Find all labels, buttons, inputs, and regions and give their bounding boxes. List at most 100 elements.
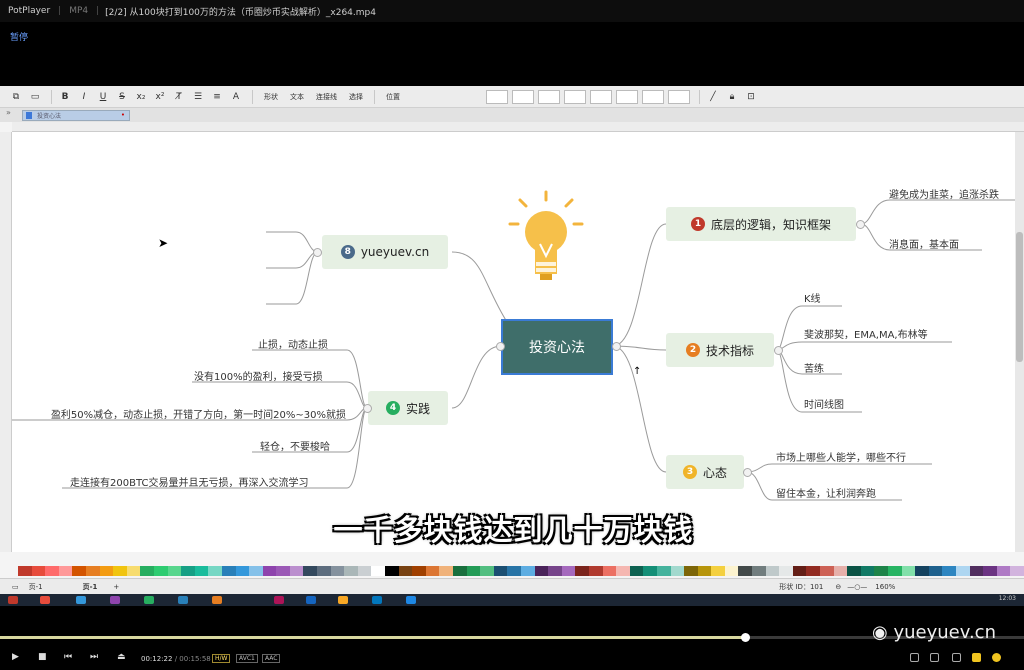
color-swatch[interactable] — [344, 566, 358, 576]
leaf-3-2[interactable]: 留住本金，让利润奔跑 — [776, 485, 876, 500]
app-name[interactable]: PotPlayer — [0, 6, 58, 16]
color-swatch[interactable] — [439, 566, 453, 576]
superscript-button[interactable]: x² — [152, 89, 168, 105]
codec-audio-tag[interactable]: AAC — [262, 654, 281, 663]
zoom-slider[interactable]: —○— — [847, 583, 867, 591]
copy-icon[interactable]: ⧉ — [8, 89, 24, 105]
style-box[interactable] — [564, 89, 586, 104]
taskbar-app-icon[interactable] — [178, 596, 188, 604]
collapse-toggle[interactable] — [743, 468, 752, 477]
color-swatch[interactable] — [684, 566, 698, 576]
color-swatch[interactable] — [85, 566, 100, 576]
taskbar-app-icon[interactable] — [76, 596, 86, 604]
toolbar-select[interactable]: 选择 — [349, 92, 363, 102]
collapse-toggle[interactable] — [496, 342, 505, 351]
leaf-4-5[interactable]: 走连接有200BTC交易量并且无亏损，再深入交流学习 — [70, 474, 308, 489]
color-swatch[interactable] — [928, 566, 943, 576]
color-swatch[interactable] — [711, 566, 725, 576]
bold-button[interactable]: B — [57, 89, 73, 105]
mindmap-canvas[interactable]: 投资心法 1 底层的逻辑，知识框架 避免成为韭菜，追涨杀跌 消息面，基本面 2 … — [12, 132, 1015, 552]
list-icon[interactable]: ☰ — [190, 89, 206, 105]
color-swatch[interactable] — [194, 566, 209, 576]
color-swatch[interactable] — [833, 566, 848, 576]
color-swatch[interactable] — [724, 566, 739, 576]
leaf-4-4[interactable]: 轻仓，不要梭哈 — [260, 438, 330, 453]
topic-3[interactable]: 3 心态 — [666, 455, 744, 489]
clear-format-button[interactable]: T̸ — [171, 89, 187, 105]
document-tab[interactable]: 投资心法 • — [22, 110, 130, 121]
color-swatch[interactable] — [262, 566, 277, 576]
color-swatch[interactable] — [208, 566, 222, 576]
color-swatch[interactable] — [561, 566, 576, 576]
leaf-3-1[interactable]: 市场上哪些人能学，哪些不行 — [776, 449, 906, 464]
collapse-toggle[interactable] — [612, 342, 621, 351]
color-swatch[interactable] — [874, 566, 888, 576]
color-swatch[interactable] — [752, 566, 766, 576]
color-swatch[interactable] — [167, 566, 182, 576]
color-swatch[interactable] — [276, 566, 290, 576]
color-swatch[interactable] — [820, 566, 834, 576]
color-swatch[interactable] — [1010, 566, 1024, 576]
collapse-toggle[interactable] — [774, 346, 783, 355]
collapse-toggle[interactable] — [856, 220, 865, 229]
leaf-1-1[interactable]: 避免成为韭菜，追涨杀跌 — [889, 186, 999, 201]
color-swatch[interactable] — [425, 566, 440, 576]
color-swatch[interactable] — [126, 566, 141, 576]
topic-2[interactable]: 2 技术指标 — [666, 333, 774, 367]
color-swatch[interactable] — [153, 566, 168, 576]
leaf-4-3[interactable]: 盈利50%减仓，动态止损，开错了方向，第一时间20%~30%就损 — [12, 406, 346, 421]
subscript-button[interactable]: x₂ — [133, 89, 149, 105]
align-icon[interactable]: ≡ — [209, 89, 225, 105]
color-swatch[interactable] — [779, 566, 793, 576]
color-swatch[interactable] — [860, 566, 875, 576]
color-swatch[interactable] — [847, 566, 861, 576]
taskbar-app-icon[interactable] — [406, 596, 416, 604]
hw-tag[interactable]: H/W — [212, 654, 231, 663]
video-frame[interactable]: ⧉ ▭ B I U S x₂ x² T̸ ☰ ≡ A 形状 文本 连接线 选择 … — [0, 86, 1024, 606]
color-swatch[interactable] — [18, 566, 32, 576]
color-swatch[interactable] — [235, 566, 250, 576]
collapse-toggle[interactable] — [313, 248, 322, 257]
leaf-2-4[interactable]: 时间线图 — [804, 396, 844, 411]
eject-icon[interactable]: ⏏ — [117, 652, 126, 662]
style-box[interactable] — [668, 89, 690, 104]
zoom-level[interactable]: 160% — [875, 583, 895, 591]
color-swatch[interactable] — [983, 566, 997, 576]
lock-icon[interactable]: 🔒︎ — [724, 89, 740, 105]
color-swatch[interactable] — [317, 566, 331, 576]
taskbar-app-icon[interactable] — [338, 596, 348, 604]
color-swatch[interactable] — [765, 566, 780, 576]
color-swatch[interactable] — [330, 566, 345, 576]
color-swatch[interactable] — [466, 566, 481, 576]
color-swatch[interactable] — [697, 566, 712, 576]
color-swatch[interactable] — [888, 566, 902, 576]
style-box[interactable] — [486, 89, 508, 104]
play-icon[interactable]: ▶ — [12, 652, 19, 662]
style-box[interactable] — [642, 89, 664, 104]
color-swatch[interactable] — [113, 566, 127, 576]
capture-icon[interactable] — [952, 653, 961, 662]
seek-handle[interactable] — [741, 633, 751, 642]
topic-4[interactable]: 4 实践 — [368, 391, 448, 425]
leaf-2-3[interactable]: 苦练 — [804, 360, 824, 375]
color-swatch[interactable] — [738, 566, 753, 576]
toolbar-position[interactable]: 位置 — [386, 92, 400, 102]
style-box[interactable] — [538, 89, 560, 104]
add-page-icon[interactable]: + — [113, 583, 119, 591]
taskbar-app-icon[interactable] — [144, 596, 154, 604]
color-swatch[interactable] — [453, 566, 467, 576]
expand-icon[interactable]: » — [6, 108, 11, 117]
color-swatch[interactable] — [31, 566, 46, 576]
fit-icon[interactable]: ⊡ — [743, 89, 759, 105]
toolbar-text[interactable]: 文本 — [290, 92, 304, 102]
color-swatch[interactable] — [534, 566, 549, 576]
status-page-left[interactable]: 页-1 — [29, 582, 43, 592]
color-swatch[interactable] — [412, 566, 426, 576]
codec-video-tag[interactable]: AVC1 — [236, 654, 258, 663]
color-swatch[interactable] — [616, 566, 630, 576]
color-swatch[interactable] — [249, 566, 263, 576]
360-icon[interactable] — [910, 653, 919, 662]
seek-bar[interactable] — [0, 633, 1024, 642]
color-swatch[interactable] — [643, 566, 657, 576]
color-swatch[interactable] — [942, 566, 956, 576]
